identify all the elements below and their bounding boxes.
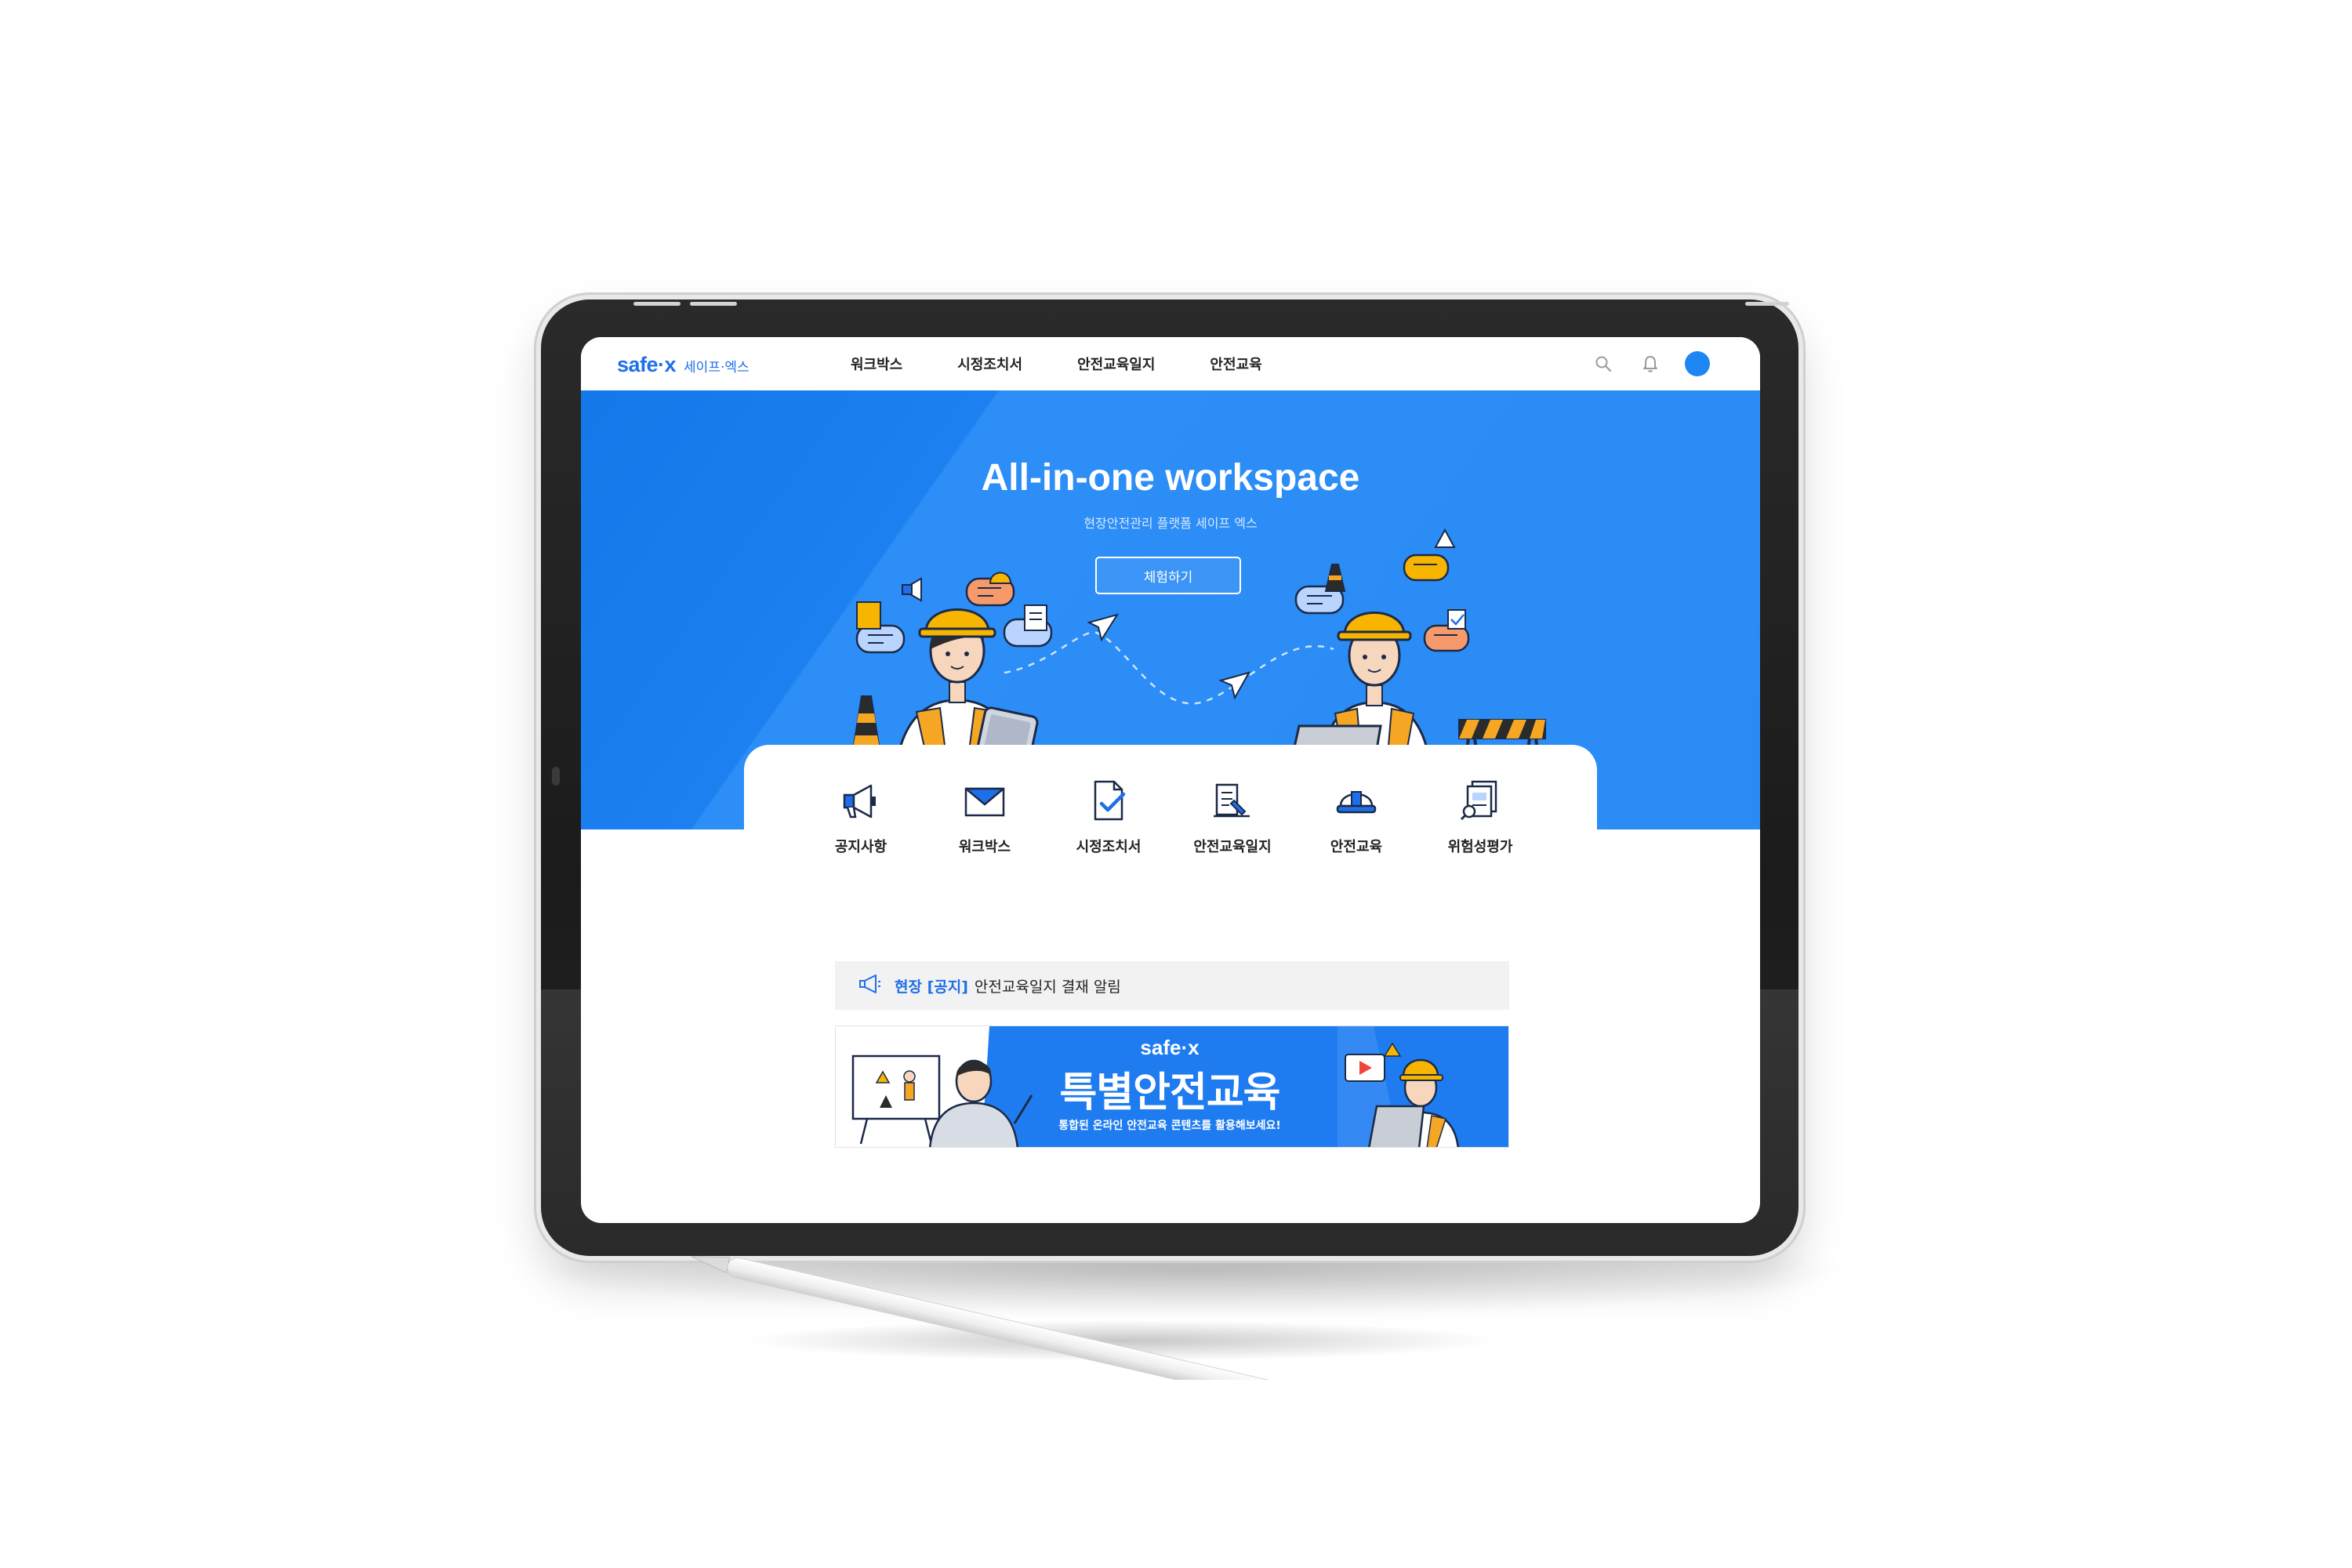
chat-bubble-icon: [1403, 528, 1456, 582]
quick-menu-label: 워크박스: [958, 839, 1011, 855]
notice-tag: 현장 [공지]: [895, 978, 968, 996]
quick-menu-safety-log[interactable]: 안전교육일지: [1171, 776, 1294, 856]
quick-menu-label: 위험성평가: [1447, 839, 1513, 855]
logo-subtext: 세이프·엑스: [684, 360, 750, 376]
quick-menu-risk-assessment[interactable]: 위험성평가: [1418, 776, 1542, 856]
nav-item-corrective-action[interactable]: 시정조치서: [957, 354, 1022, 374]
megaphone-icon: [837, 776, 885, 825]
quick-menu-workbox[interactable]: 워크박스: [923, 776, 1047, 856]
promo-banner[interactable]: safe·x 특별안전교육 통합된 온라인 안전교육 콘텐츠를 활용해보세요!: [835, 1025, 1509, 1148]
logo-text: safe·x: [617, 353, 677, 376]
quick-menu-label: 안전교육: [1330, 839, 1383, 855]
checked-document-icon: [1084, 776, 1133, 825]
quick-menu-label: 안전교육일지: [1193, 839, 1272, 855]
quick-menu-label: 시정조치서: [1076, 839, 1142, 855]
power-button: [1745, 302, 1789, 306]
banner-logo: safe·x: [1140, 1036, 1200, 1059]
chat-bubble-icon: [1003, 604, 1053, 648]
tablet-screen: safe·x 세이프·엑스 워크박스 시정조치서 안전교육일지 안전교육 All…: [581, 337, 1760, 1223]
chat-bubble-icon: [1294, 564, 1346, 615]
quick-menu-notice[interactable]: 공지사항: [799, 776, 923, 856]
envelope-icon: [960, 776, 1009, 825]
top-header: safe·x 세이프·엑스 워크박스 시정조치서 안전교육일지 안전교육: [581, 337, 1760, 390]
notice-bar[interactable]: 현장 [공지] 안전교육일지 결재 알림: [835, 961, 1509, 1010]
megaphone-bubble-icon: [902, 577, 922, 602]
paper-plane-icon: [1087, 613, 1120, 642]
quick-menu-safety-education[interactable]: 안전교육: [1294, 776, 1418, 856]
quick-menu-card: 공지사항 워크박스 시정조치서 안전교육일지 안전교육 위험성평가: [744, 745, 1597, 878]
banner-title: 특별안전교육: [1059, 1069, 1280, 1116]
volume-button: [690, 302, 737, 306]
nav-item-safety-log[interactable]: 안전교육일지: [1077, 354, 1155, 374]
banner-text-block: safe·x 특별안전교육 통합된 온라인 안전교육 콘텐츠를 활용해보세요!: [982, 1026, 1358, 1147]
notice-text-wrap: 현장 [공지] 안전교육일지 결재 알림: [895, 975, 1121, 996]
hard-hat-icon: [1332, 776, 1381, 825]
avatar[interactable]: [1685, 351, 1710, 376]
volume-button: [633, 302, 681, 306]
quick-menu-label: 공지사항: [834, 839, 887, 855]
banner-subtitle: 통합된 온라인 안전교육 콘텐츠를 활용해보세요!: [1058, 1120, 1281, 1132]
quick-menu-corrective-action[interactable]: 시정조치서: [1047, 776, 1171, 856]
nav-item-workbox[interactable]: 워크박스: [851, 354, 902, 374]
quick-menu-list: 공지사항 워크박스 시정조치서 안전교육일지 안전교육 위험성평가: [744, 776, 1597, 856]
main-nav: 워크박스 시정조치서 안전교육일지 안전교육: [851, 337, 1262, 390]
search-icon[interactable]: [1591, 351, 1616, 376]
writing-document-icon: [1208, 776, 1257, 825]
header-actions: [1591, 351, 1710, 376]
logo[interactable]: safe·x 세이프·엑스: [617, 353, 750, 377]
stylus-pencil: [691, 1256, 1497, 1380]
front-camera: [552, 767, 560, 786]
chat-bubble-icon: [855, 601, 906, 654]
chat-bubble-icon: [1423, 609, 1470, 652]
paper-plane-icon: [1218, 671, 1251, 700]
notice-text: 안전교육일지 결재 알림: [974, 978, 1121, 996]
bell-icon[interactable]: [1638, 351, 1663, 376]
report-search-icon: [1456, 776, 1504, 825]
megaphone-icon: [858, 974, 882, 997]
chat-bubble-icon: [965, 572, 1015, 607]
nav-item-safety-education[interactable]: 안전교육: [1210, 354, 1261, 374]
